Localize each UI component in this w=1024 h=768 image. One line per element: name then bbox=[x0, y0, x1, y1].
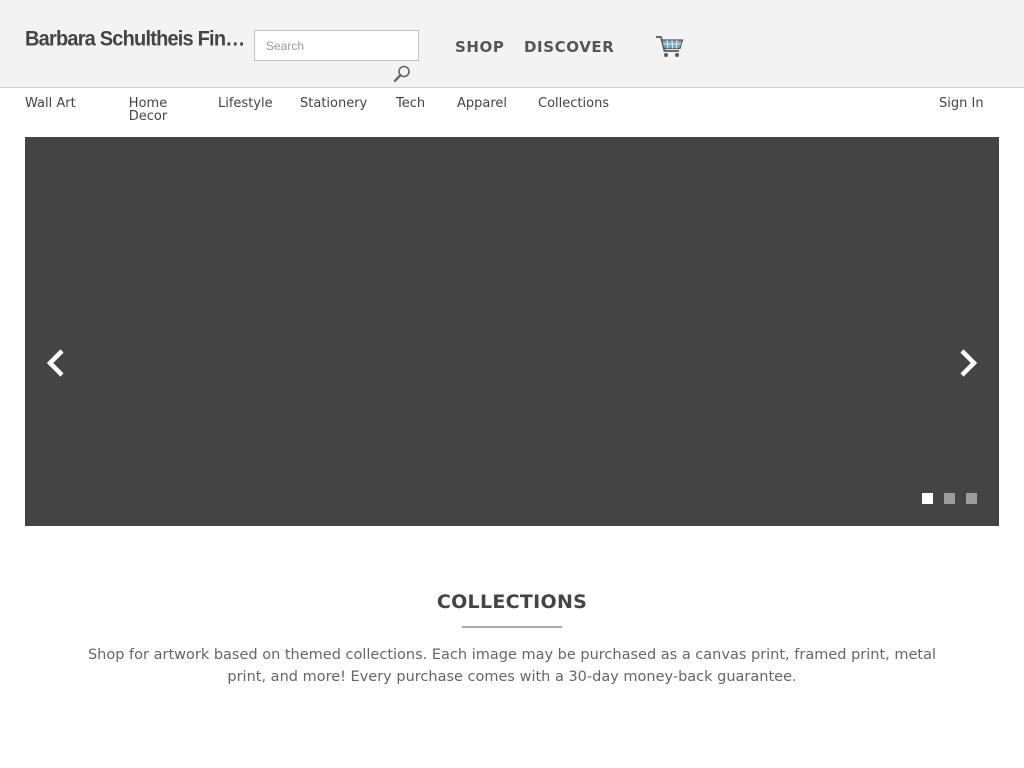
category-wall-art[interactable]: Wall Art bbox=[25, 97, 76, 110]
section-description: Shop for artwork based on themed collect… bbox=[87, 647, 937, 685]
nav-discover-link[interactable]: DISCOVER bbox=[524, 38, 614, 56]
section-title: COLLECTIONS bbox=[436, 591, 588, 613]
chevron-right-icon[interactable] bbox=[955, 348, 979, 378]
slider-dot-2[interactable] bbox=[944, 493, 955, 504]
slider-dot-1[interactable] bbox=[922, 493, 933, 504]
category-apparel[interactable]: Apparel bbox=[457, 97, 507, 110]
category-nav: Wall Art Home Decor Lifestyle Stationery… bbox=[0, 88, 1024, 136]
category-tech[interactable]: Tech bbox=[396, 97, 425, 110]
title-divider bbox=[462, 626, 562, 628]
image-slider bbox=[25, 137, 999, 526]
category-home-decor[interactable]: Home Decor bbox=[124, 97, 172, 120]
shopping-cart-icon[interactable] bbox=[655, 34, 685, 60]
category-stationery[interactable]: Stationery bbox=[300, 97, 367, 110]
slider-dot-3[interactable] bbox=[966, 493, 977, 504]
search-input[interactable] bbox=[254, 30, 419, 61]
nav-shop-link[interactable]: SHOP bbox=[455, 38, 505, 56]
site-header: Barbara Schultheis Fine Art Photography … bbox=[0, 0, 1024, 88]
category-collections[interactable]: Collections bbox=[538, 97, 609, 110]
sign-in-link[interactable]: Sign In bbox=[939, 97, 984, 110]
search-icon[interactable] bbox=[392, 64, 412, 84]
chevron-left-icon[interactable] bbox=[45, 348, 69, 378]
site-title[interactable]: Barbara Schultheis Fine Art Photography bbox=[25, 27, 253, 51]
category-lifestyle[interactable]: Lifestyle bbox=[218, 97, 273, 110]
